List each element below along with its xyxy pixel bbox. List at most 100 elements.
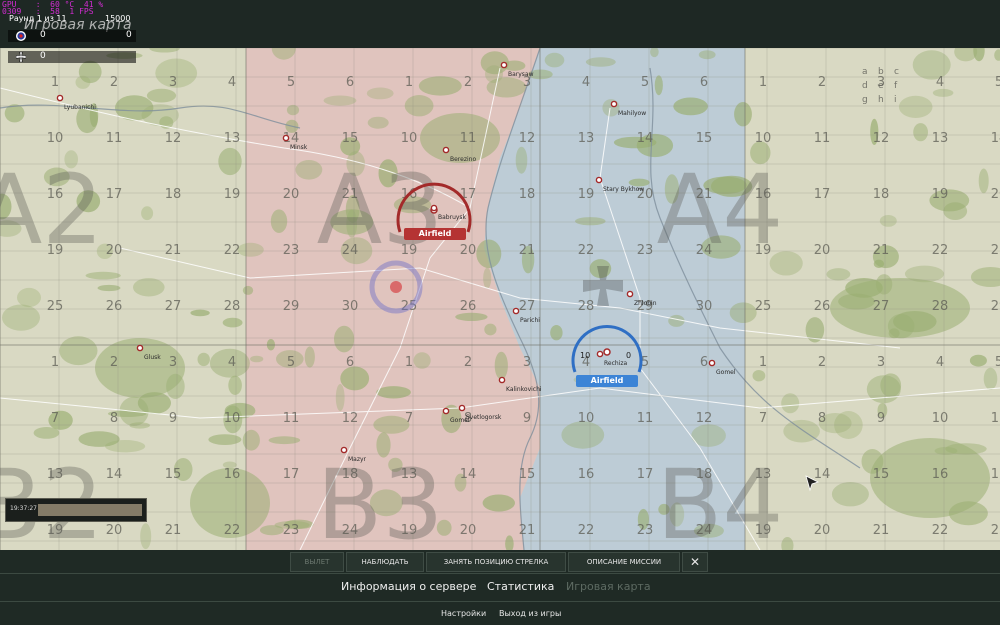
grid-number: 17 <box>283 467 300 482</box>
grid-number: 21 <box>165 243 182 258</box>
grid-number: 12 <box>519 131 536 146</box>
town-label: Svetlogorsk <box>466 414 502 421</box>
town-marker <box>498 376 506 384</box>
forest-patch <box>334 325 355 353</box>
grid-number: 23 <box>991 523 1000 538</box>
map-canvas[interactable]: 1 2 3 4 5 6 1 2 3 4 5 6 1 2 3 4 510 11 12 13 14 15 10 11 12 13 14 1… <box>0 48 1000 550</box>
town-label: Rechiza <box>604 360 628 367</box>
subgrid-letter: i <box>894 95 897 105</box>
grid-number: 20 <box>991 187 1000 202</box>
grid-number: 23 <box>991 243 1000 258</box>
forest-patch <box>483 267 492 289</box>
forest-patch <box>340 366 370 391</box>
sector-label: B4 <box>657 449 784 550</box>
grid-number: 5 <box>641 75 649 90</box>
grid-number: 6 <box>700 355 708 370</box>
forest-patch <box>268 436 301 445</box>
town-marker <box>340 446 348 454</box>
town-marker <box>442 146 450 154</box>
grid-number: 21 <box>519 243 536 258</box>
gunner-position-button[interactable]: ЗАНЯТЬ ПОЗИЦИЮ СТРЕЛКА <box>426 552 566 572</box>
settings-link[interactable]: Настройки <box>441 609 486 618</box>
grid-number: 14 <box>637 131 654 146</box>
forest-patch <box>323 95 357 106</box>
forest-patch <box>932 88 954 97</box>
grid-number: 1 <box>51 75 59 90</box>
grid-number: 4 <box>936 355 944 370</box>
grid-number: 20 <box>283 187 300 202</box>
timeline-slider[interactable] <box>38 504 142 516</box>
grid-number: 27 <box>165 299 182 314</box>
tab-bar: Информация о сервере Статистика Игровая … <box>0 576 1000 598</box>
grid-number: 6 <box>700 75 708 90</box>
forest-patch <box>830 278 970 338</box>
grid-number: 28 <box>578 299 595 314</box>
forest-patch <box>544 52 565 68</box>
grid-number: 25 <box>755 299 772 314</box>
forest-patch <box>270 209 288 233</box>
action-bar: ВЫЛЕТ НАБЛЮДАТЬ ЗАНЯТЬ ПОЗИЦИЮ СТРЕЛКА О… <box>288 550 710 572</box>
mission-description-button[interactable]: ОПИСАНИЕ МИССИИ <box>568 552 680 572</box>
forest-patch <box>228 375 242 395</box>
grid-number: 16 <box>932 467 949 482</box>
forest-patch <box>783 419 820 443</box>
grid-number: 10 <box>932 411 949 426</box>
forest-patch <box>197 352 210 367</box>
town-marker <box>596 350 604 358</box>
red-airfield-label[interactable]: Airfield <box>404 228 466 240</box>
grid-number: 14 <box>460 467 477 482</box>
grid-number: 15 <box>873 467 890 482</box>
observe-button[interactable]: НАБЛЮДАТЬ <box>346 552 424 572</box>
grid-number: 5 <box>995 355 1000 370</box>
grid-number: 20 <box>460 243 477 258</box>
tab-statistics[interactable]: Статистика <box>487 580 554 593</box>
close-icon[interactable]: ✕ <box>682 552 708 572</box>
tab-server-info[interactable]: Информация о сервере <box>341 580 476 593</box>
grid-number: 6 <box>346 355 354 370</box>
forest-patch <box>729 302 757 323</box>
exit-game-link[interactable]: Выход из игры <box>499 609 561 618</box>
town-label: Mazyr <box>348 456 367 463</box>
town-label: Berezino <box>450 156 476 163</box>
grid-number: 2 <box>464 355 472 370</box>
grid-number: 17 <box>991 467 1000 482</box>
grid-number: 29 <box>283 299 300 314</box>
grid-number: 15 <box>519 467 536 482</box>
grid-number: 14 <box>814 467 831 482</box>
game-map[interactable]: 1 2 3 4 5 6 1 2 3 4 5 6 1 2 3 4 5 10 11 12 13 14 15 10 11 12 13 14 1… <box>0 48 1000 550</box>
grid-number: 11 <box>814 131 831 146</box>
subgrid-letter: a <box>862 67 868 77</box>
grid-number: 5 <box>287 75 295 90</box>
grid-number: 4 <box>228 75 236 90</box>
grid-number: 13 <box>224 131 241 146</box>
grid-number: 28 <box>224 299 241 314</box>
grid-number: 23 <box>283 243 300 258</box>
forest-patch <box>335 384 345 412</box>
grid-number: 2 <box>464 75 472 90</box>
grid-number: 5 <box>287 355 295 370</box>
grid-number: 7 <box>759 411 767 426</box>
grid-number: 5 <box>995 75 1000 90</box>
grid-number: 14 <box>106 467 123 482</box>
allied-team-score: 0 0 <box>8 30 136 42</box>
forest-patch <box>97 284 121 292</box>
grid-number: 20 <box>814 243 831 258</box>
forest-patch <box>913 123 928 142</box>
grid-number: 12 <box>873 131 890 146</box>
forest-patch <box>482 494 515 512</box>
forest-patch <box>17 287 41 308</box>
town-marker <box>610 100 618 108</box>
forest-patch <box>129 422 150 429</box>
grid-number: 26 <box>814 299 831 314</box>
takeoff-button[interactable]: ВЫЛЕТ <box>290 552 344 572</box>
sector-label: A3 <box>317 154 444 266</box>
blue-airfield-label[interactable]: Airfield <box>576 375 638 387</box>
town-label: Glusk <box>144 354 161 361</box>
forest-patch <box>304 346 315 368</box>
tab-game-map[interactable]: Игровая карта <box>566 580 651 593</box>
grid-number: 16 <box>224 467 241 482</box>
grid-number: 9 <box>523 411 531 426</box>
grid-number: 11 <box>283 411 300 426</box>
forest-patch <box>141 206 154 221</box>
grid-number: 17 <box>814 187 831 202</box>
